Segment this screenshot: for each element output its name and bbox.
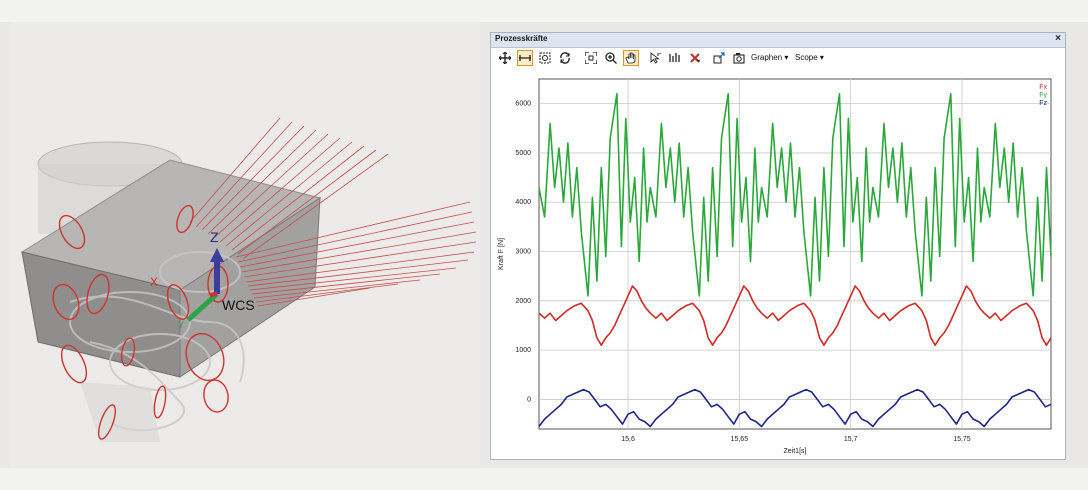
x-tick-label: 15,75: [953, 436, 971, 443]
x-axis-arrow: [209, 292, 218, 297]
y-tick-label: 6000: [515, 101, 531, 108]
plot-area: [538, 78, 1052, 430]
zoom-box-icon[interactable]: [537, 50, 553, 66]
refresh-icon[interactable]: [557, 50, 573, 66]
y-axis-label: Y: [178, 320, 184, 330]
remove-icon[interactable]: [687, 50, 703, 66]
y-axis-title: Kraft F [N]: [498, 238, 505, 270]
force-chart-svg: 0 1000 2000 3000 4000 5000 6000 15,6 15,65 15,7 15…: [498, 78, 1052, 455]
scope-dropdown-icon: ▾: [819, 53, 824, 62]
graphen-menu[interactable]: Graphen ▾: [751, 53, 788, 62]
z-axis-label: Z: [210, 229, 219, 245]
x-tick-label: 15,7: [844, 436, 858, 443]
window-title: Prozesskräfte: [495, 34, 548, 43]
wcs-label: WCS: [222, 297, 255, 313]
y-tick-label: 2000: [515, 298, 531, 305]
scope-menu[interactable]: Scope ▾: [795, 53, 824, 62]
ghost-tube-lower: [80, 382, 160, 442]
hand-icon[interactable]: [623, 50, 639, 66]
camera-icon[interactable]: [731, 50, 747, 66]
3d-viewport[interactable]: Z X Y WCS: [10, 22, 480, 467]
process-forces-window: Prozesskräfte × Graphen ▾ Scope ▾ 0 1000…: [490, 32, 1066, 460]
export-icon[interactable]: [711, 50, 727, 66]
pan-horizontal-icon[interactable]: [517, 50, 533, 66]
chart-toolbar: Graphen ▾ Scope ▾: [495, 50, 1061, 70]
x-axis-title: Zeit1[s]: [784, 448, 807, 455]
zoom-icon[interactable]: [603, 50, 619, 66]
y-tick-label: 0: [527, 396, 531, 403]
y-tick-label: 4000: [515, 199, 531, 206]
top-band: [0, 0, 1088, 22]
y-tick-label: 1000: [515, 347, 531, 354]
y-tick-label: 3000: [515, 249, 531, 256]
move-icon[interactable]: [497, 50, 513, 66]
3d-scene: Z X Y WCS: [20, 117, 477, 442]
legend-entry-fy: Fy: [1039, 92, 1047, 99]
cursor-icon[interactable]: [647, 50, 663, 66]
close-button[interactable]: ×: [1055, 33, 1061, 44]
legend-entry-fx: Fx: [1039, 84, 1047, 91]
scope-label: Scope: [795, 53, 818, 62]
fit-icon[interactable]: [583, 50, 599, 66]
measure-icon[interactable]: [667, 50, 683, 66]
x-tick-label: 15,6: [621, 436, 635, 443]
y-tick-label: 5000: [515, 150, 531, 157]
x-tick-label: 15,65: [731, 436, 749, 443]
x-axis-label: X: [150, 275, 158, 289]
legend-entry-fz: Fz: [1039, 100, 1047, 107]
bottom-band: [0, 468, 1088, 490]
window-titlebar[interactable]: Prozesskräfte ×: [491, 33, 1065, 48]
graphen-label: Graphen: [751, 53, 783, 62]
graphen-dropdown-icon: ▾: [784, 53, 789, 62]
